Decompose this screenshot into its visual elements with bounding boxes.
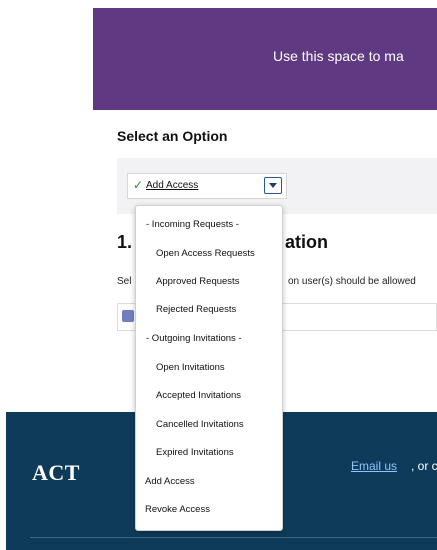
option-select-value: Add Access	[146, 180, 199, 191]
footer-link-tail: , or c	[411, 459, 437, 473]
step-description-left: Sel	[117, 276, 132, 287]
act-logo: ACT	[32, 460, 80, 485]
dropdown-item-revoke-access[interactable]: Revoke Access	[136, 501, 282, 519]
option-dropdown-menu: - Incoming Requests - Open Access Reques…	[135, 205, 283, 531]
step-title-fragment: ation	[285, 232, 328, 252]
dropdown-group-incoming: - Incoming Requests -	[146, 219, 239, 230]
dropdown-item-open-access-requests[interactable]: Open Access Requests	[136, 245, 282, 263]
dropdown-item-expired-invitations[interactable]: Expired Invitations	[136, 444, 282, 462]
banner-text: Use this space to ma	[273, 48, 404, 64]
contact-icon	[122, 310, 134, 322]
step-description-right: on user(s) should be allowed	[288, 276, 416, 287]
chevron-down-icon[interactable]	[264, 177, 282, 194]
step-number: 1.	[117, 232, 133, 252]
dropdown-item-accepted-invitations[interactable]: Accepted Invitations	[136, 387, 282, 405]
step-heading: 1. ation	[117, 232, 328, 253]
dropdown-item-add-access[interactable]: Add Access	[136, 473, 282, 491]
dropdown-item-cancelled-invitations[interactable]: Cancelled Invitations	[136, 416, 282, 434]
option-select[interactable]: ✓ Add Access	[127, 173, 287, 199]
section-title: Select an Option	[117, 128, 228, 144]
dropdown-group-outgoing: - Outgoing Invitations -	[146, 333, 242, 344]
page: Use this space to ma Select an Option ✓ …	[0, 0, 437, 550]
email-us-link[interactable]: Email us	[351, 459, 397, 473]
checkmark-icon: ✓	[133, 178, 144, 192]
banner: Use this space to ma	[93, 8, 437, 110]
footer-divider	[30, 537, 437, 538]
dropdown-item-approved-requests[interactable]: Approved Requests	[136, 273, 282, 291]
dropdown-item-open-invitations[interactable]: Open Invitations	[136, 359, 282, 377]
dropdown-item-rejected-requests[interactable]: Rejected Requests	[136, 301, 282, 319]
